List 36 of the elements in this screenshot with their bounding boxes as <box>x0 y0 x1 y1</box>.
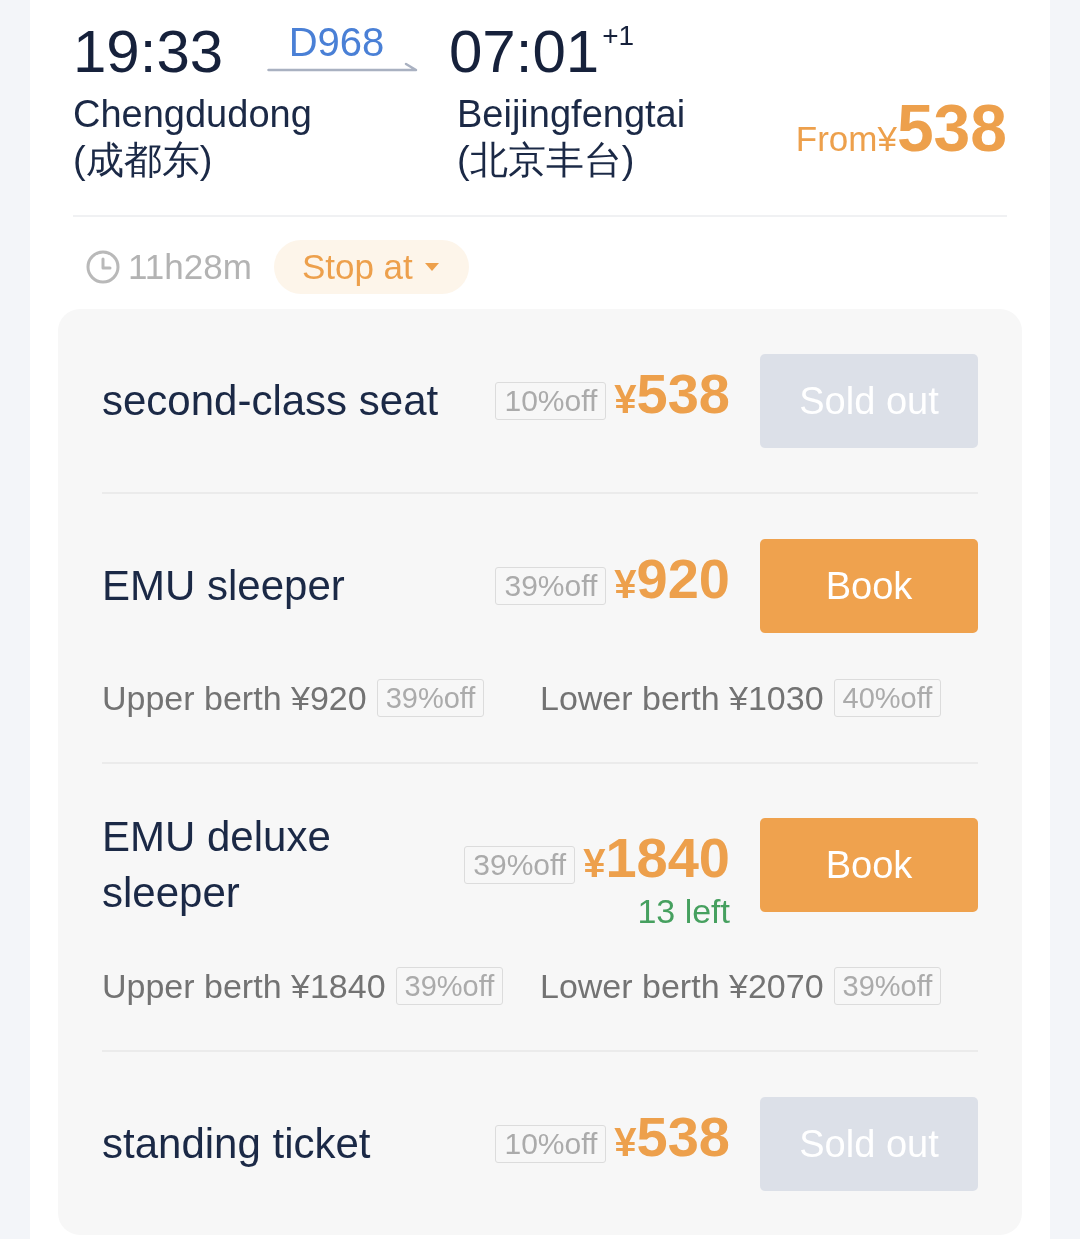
book-button[interactable]: Book <box>760 818 978 912</box>
duration-label: 11h28m <box>128 247 252 287</box>
station-name: Beijingfengtai <box>457 92 686 137</box>
seat-class-name: EMU deluxe sleeper <box>102 813 331 916</box>
day-offset-label: +1 <box>602 22 635 50</box>
seat-price: ¥1840 <box>583 828 730 891</box>
discount-tag: 10%off <box>495 382 607 420</box>
seat-price: ¥538 <box>614 364 730 427</box>
berth-price: Lower berth ¥2070 <box>540 966 824 1006</box>
station-name: Chengdudong <box>73 92 312 137</box>
discount-tag: 39%off <box>395 967 504 1005</box>
seat-price: ¥538 <box>614 1107 730 1170</box>
discount-tag: 39%off <box>495 567 607 605</box>
berth-price: Upper berth ¥1840 <box>102 966 386 1006</box>
arrival-time: 07:01 <box>449 22 600 82</box>
clock-icon <box>86 250 120 284</box>
discount-tag: 39%off <box>833 967 942 1005</box>
discount-tag: 39%off <box>464 846 576 884</box>
discount-tag: 40%off <box>833 679 942 717</box>
discount-tag: 10%off <box>495 1125 607 1163</box>
caret-icon <box>424 263 439 271</box>
discount-tag: 39%off <box>376 679 485 717</box>
lowest-price: From¥538 <box>795 95 1007 167</box>
berth-price: Lower berth ¥1030 <box>540 678 824 718</box>
seat-class-name: second-class seat <box>102 377 439 424</box>
departure-time: 19:33 <box>73 22 224 82</box>
seat-class-name: standing ticket <box>102 1120 371 1167</box>
remaining-seats-label: 13 left <box>637 894 730 928</box>
train-number: D968 <box>288 22 385 62</box>
stops-dropdown-button[interactable]: Stop at <box>273 240 469 294</box>
station-local-name: (成都东) <box>73 138 213 183</box>
station-local-name: (北京丰台) <box>457 138 635 183</box>
berth-price: Upper berth ¥920 <box>102 678 367 718</box>
book-button[interactable]: Book <box>760 539 978 633</box>
seat-class-name: EMU sleeper <box>102 562 345 609</box>
seat-price: ¥920 <box>614 549 730 612</box>
